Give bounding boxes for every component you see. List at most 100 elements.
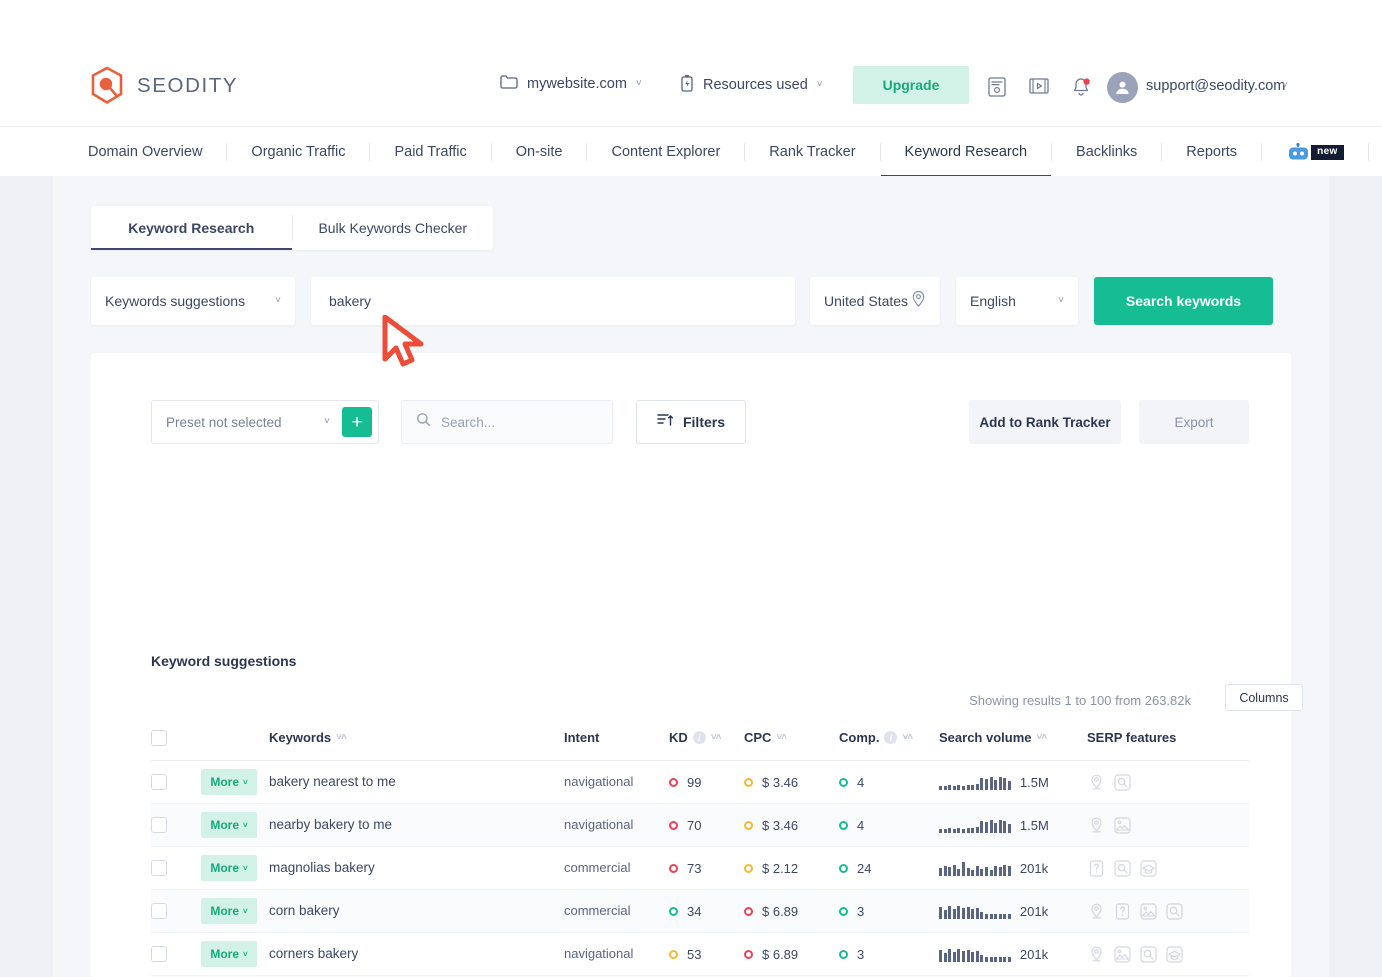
search-volume-cell: 201k [939,904,1087,919]
add-preset-button[interactable]: + [342,407,372,437]
column-header-comp[interactable]: Comp. i ˅˄ [839,730,939,745]
location-pin-icon [911,290,926,313]
info-icon[interactable]: i [692,731,706,744]
row-checkbox[interactable] [151,817,167,833]
more-button[interactable]: More ˅ [201,769,257,795]
more-button[interactable]: More ˅ [201,941,257,967]
comp-metric: 24 [839,861,939,876]
resources-used[interactable]: Resources used ˅ [680,74,823,96]
more-button[interactable]: More ˅ [201,855,257,881]
search-keywords-button[interactable]: Search keywords [1094,277,1273,325]
nav-item-paid-traffic[interactable]: Paid Traffic [370,127,490,177]
table-row[interactable]: More ˅ nearby bakery to me navigational 70 $ … [151,804,1249,847]
preset-select[interactable]: Preset not selected ˅ + [151,400,379,444]
image-box-icon[interactable] [1139,902,1158,921]
site-selector[interactable]: mywebsite.com ˅ [500,74,642,94]
search-mode-select[interactable]: Keywords suggestions ˅ [91,277,295,325]
row-checkbox[interactable] [151,774,167,790]
search-box-icon[interactable] [1139,945,1158,964]
language-select[interactable]: English ˅ [956,277,1078,325]
nav-item-reports[interactable]: Reports [1162,127,1261,177]
nav-item-keyword-research[interactable]: Keyword Research [880,127,1052,177]
knowledge-icon[interactable] [1165,945,1184,964]
chevron-down-icon: ˅ [275,295,281,306]
export-button[interactable]: Export [1139,400,1249,444]
location-pin-icon[interactable] [1087,945,1106,964]
site-selector-label: mywebsite.com [527,76,627,92]
knowledge-base-icon[interactable] [987,76,1009,98]
table-search-input[interactable]: Search... [401,400,613,444]
image-box-icon[interactable] [1113,816,1132,835]
add-to-rank-tracker-button[interactable]: Add to Rank Tracker [969,400,1121,444]
nav-item-ai-new[interactable]: new [1262,127,1368,177]
tab-bulk-keywords-checker[interactable]: Bulk Keywords Checker [293,206,494,250]
language-label: English [970,293,1016,309]
row-checkbox[interactable] [151,860,167,876]
column-header-cpc[interactable]: CPC ˅˄ [744,730,839,745]
knowledge-icon[interactable] [1139,859,1158,878]
faq-icon[interactable] [1087,859,1106,878]
keyword-text[interactable]: corn bakery [269,903,340,918]
intent-text: navigational [564,774,634,789]
keyword-input[interactable]: bakery [329,293,371,309]
info-icon[interactable]: i [884,731,898,744]
select-all-checkbox[interactable] [151,729,167,746]
video-tutorials-icon[interactable] [1028,76,1050,98]
column-header-kd[interactable]: KD i ˅˄ [669,730,744,745]
keyword-text[interactable]: magnolias bakery [269,860,375,875]
table-row[interactable]: More ˅ magnolias bakery commercial 73 $ 2.12 2… [151,847,1249,890]
more-button[interactable]: More ˅ [201,812,257,838]
keyword-input-wrapper[interactable]: bakery [311,277,795,325]
search-volume-cell: 201k [939,947,1087,962]
avatar[interactable] [1107,72,1138,103]
sort-icon[interactable]: ˅˄ [336,732,347,743]
image-box-icon[interactable] [1113,945,1132,964]
row-checkbox[interactable] [151,946,167,962]
filters-button[interactable]: Filters [636,400,746,444]
chevron-down-icon[interactable]: ˅ [1282,80,1288,91]
keyword-text[interactable]: corners bakery [269,946,358,961]
column-label-cpc: CPC [744,730,772,745]
column-header-search-volume[interactable]: Search volume ˅˄ [939,730,1087,745]
search-box-icon[interactable] [1165,902,1184,921]
brand-logo[interactable]: SEODITY [88,66,238,105]
column-label-comp: Comp. [839,730,880,745]
upgrade-button[interactable]: Upgrade [853,66,969,104]
tab-keyword-research[interactable]: Keyword Research [91,206,292,250]
more-button[interactable]: More ˅ [201,898,257,924]
nav-item-domain-overview[interactable]: Domain Overview [88,127,226,177]
location-pin-icon[interactable] [1087,816,1106,835]
filter-sort-icon [657,412,674,433]
faq-icon[interactable] [1113,902,1132,921]
keyword-text[interactable]: bakery nearest to me [269,774,396,789]
nav-item-organic-traffic[interactable]: Organic Traffic [227,127,369,177]
volume-value: 201k [1019,860,1049,876]
search-volume-cell: 1.5M [939,818,1087,833]
sort-icon[interactable]: ˅˄ [776,732,787,743]
nav-item-rank-tracker[interactable]: Rank Tracker [745,127,879,177]
country-select[interactable]: United States [810,277,940,325]
table-row[interactable]: More ˅ bakery nearest to me navigational 99 $… [151,761,1249,804]
kd-metric: 70 [669,818,744,833]
location-pin-icon[interactable] [1087,773,1106,792]
columns-button[interactable]: Columns [1225,684,1303,711]
location-pin-icon[interactable] [1087,902,1106,921]
nav-item-content-explorer[interactable]: Content Explorer [587,127,744,177]
app-root: SEODITY mywebsite.com ˅ Resources used ˅… [0,0,1382,977]
keyword-text[interactable]: nearby bakery to me [269,817,392,832]
column-label-keywords: Keywords [269,730,332,745]
nav-item-backlinks[interactable]: Backlinks [1052,127,1161,177]
column-header-keywords[interactable]: Keywords ˅˄ [269,730,564,745]
table-body: More ˅ bakery nearest to me navigational 99 $… [151,761,1249,977]
sort-icon[interactable]: ˅˄ [711,732,722,743]
notifications-bell-icon[interactable] [1070,76,1092,98]
sort-icon[interactable]: ˅˄ [902,732,913,743]
settings-button[interactable] [1369,127,1382,177]
table-row[interactable]: More ˅ corners bakery navigational 53 $ 6.89 3… [151,933,1249,976]
table-row[interactable]: More ˅ corn bakery commercial 34 $ 6.89 3 201k [151,890,1249,933]
row-checkbox[interactable] [151,903,167,919]
search-box-icon[interactable] [1113,773,1132,792]
search-box-icon[interactable] [1113,859,1132,878]
nav-item-on-site[interactable]: On-site [492,127,587,177]
sort-icon[interactable]: ˅˄ [1037,732,1048,743]
